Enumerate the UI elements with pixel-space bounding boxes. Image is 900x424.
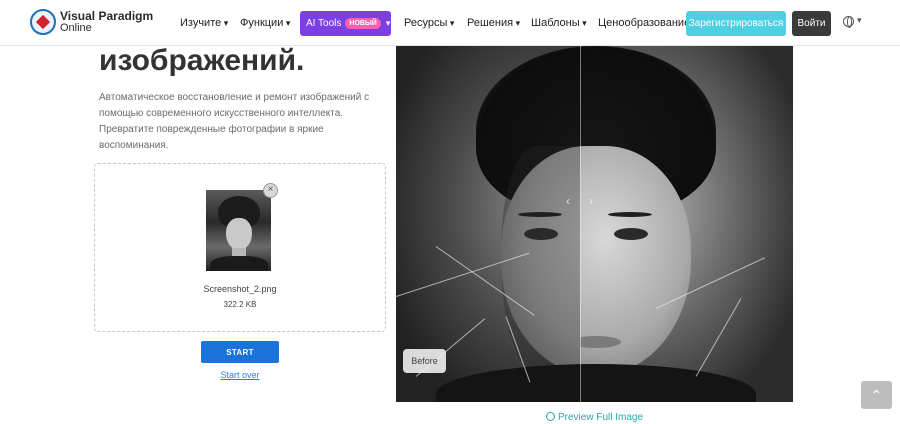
nav-solutions[interactable]: Решения	[467, 17, 520, 29]
file-name: Screenshot_2.png	[203, 284, 277, 294]
before-after-comparison[interactable]: ‹ › Before	[396, 46, 793, 402]
nav-templates[interactable]: Шаблоны	[531, 17, 587, 29]
nav-pricing[interactable]: Ценообразование	[598, 17, 690, 29]
chevron-left-icon: ‹	[566, 194, 570, 208]
chevron-right-icon: ›	[589, 194, 593, 208]
chevron-up-icon: ⌃	[870, 386, 883, 403]
nav-resources[interactable]: Ресурсы	[404, 17, 454, 29]
preview-full-image-link[interactable]: Preview Full Image	[546, 412, 643, 423]
preview-label: Preview Full Image	[558, 412, 644, 423]
scroll-to-top-button[interactable]: ⌃	[861, 381, 892, 409]
brand-subname: Online	[60, 22, 92, 34]
brand-name: Visual Paradigm	[60, 9, 154, 23]
zoom-icon	[546, 412, 555, 421]
start-button[interactable]: START	[201, 341, 279, 363]
file-size: 322.2 KB	[223, 300, 257, 309]
logo-icon	[30, 9, 56, 35]
upload-dropzone[interactable]: × Screenshot_2.png 322.2 KB	[94, 163, 386, 332]
comparison-slider-handle[interactable]	[580, 46, 581, 402]
login-button[interactable]: Войти	[792, 11, 831, 36]
brand-logo[interactable]: Visual Paradigm Online	[30, 9, 153, 35]
remove-file-icon[interactable]: ×	[263, 183, 278, 198]
nav-learn[interactable]: Изучите	[180, 17, 228, 29]
uploaded-image-thumbnail	[206, 190, 271, 271]
language-selector[interactable]: ▾	[843, 15, 863, 31]
top-navbar: Visual Paradigm Online Изучите Функции A…	[0, 0, 900, 46]
start-over-link[interactable]: Start over	[200, 370, 280, 380]
ai-tools-label: AI Tools	[306, 18, 342, 29]
ai-tools-button[interactable]: AI Tools НОВЫЙ ▾	[300, 11, 391, 36]
new-badge: НОВЫЙ	[345, 18, 381, 29]
chevron-down-icon: ▾	[385, 18, 391, 28]
chevron-down-icon: ▾	[857, 15, 862, 25]
nav-features[interactable]: Функции	[240, 17, 290, 29]
before-label: Before	[403, 349, 446, 373]
register-button[interactable]: Зарегистрироваться	[686, 11, 786, 36]
page-title: изображений.	[99, 44, 305, 77]
page-description: Автоматическое восстановление и ремонт и…	[99, 92, 370, 151]
globe-icon	[843, 16, 854, 28]
